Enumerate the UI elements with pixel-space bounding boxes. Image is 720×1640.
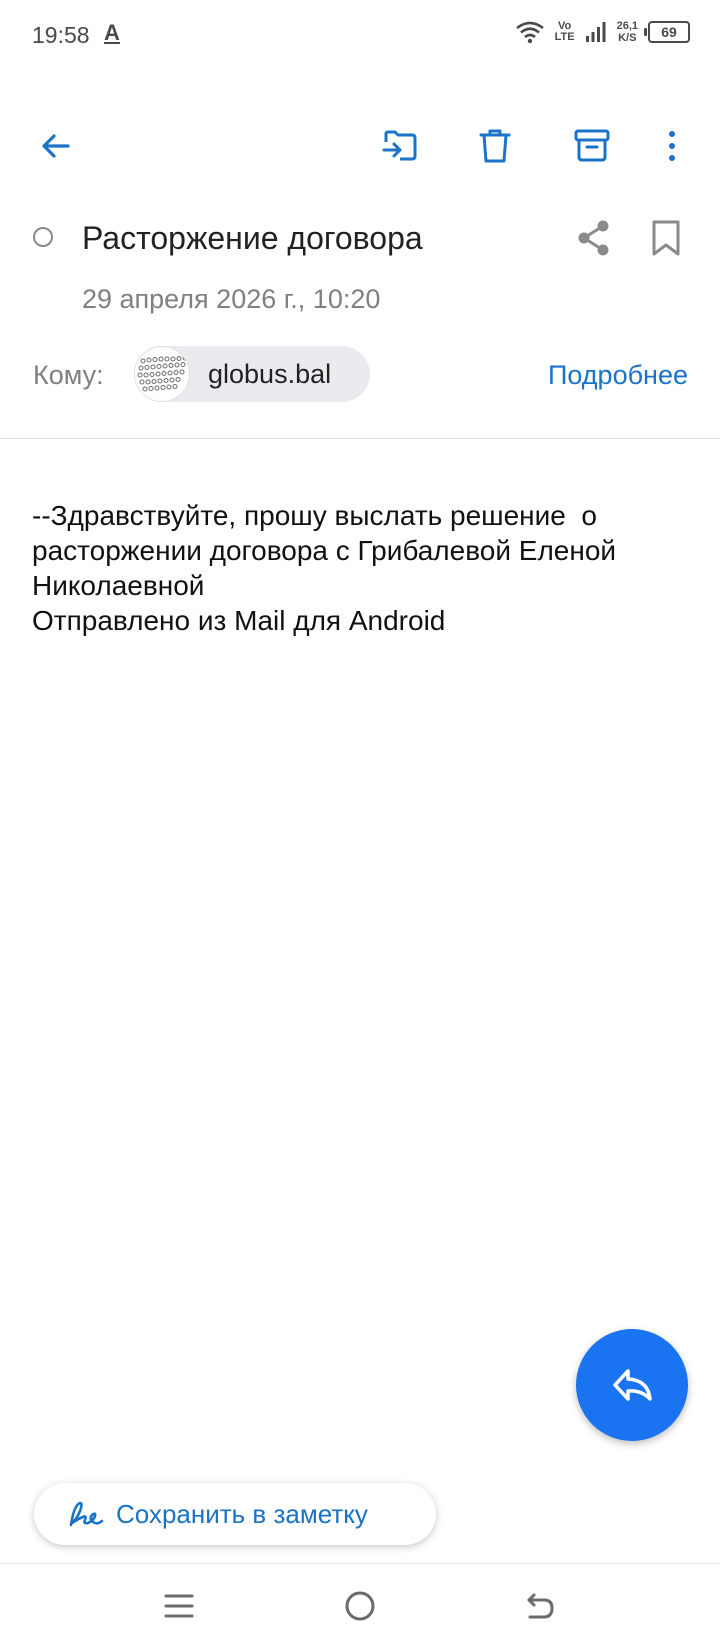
back-nav-button[interactable] (516, 1582, 564, 1630)
signal-icon (585, 22, 606, 42)
note-signature-icon (69, 1501, 104, 1527)
email-date: 29 апреля 2026 г., 10:20 (82, 284, 381, 314)
more-options-button[interactable] (646, 120, 698, 172)
archive-icon (574, 129, 610, 162)
delete-button[interactable] (469, 120, 521, 172)
unread-toggle[interactable] (33, 227, 53, 247)
status-bar: 19:58 A Vo LTE 26,1 K/S 69 (0, 0, 720, 72)
back-nav-icon (527, 1593, 554, 1619)
notification-a-icon: A (104, 20, 120, 45)
body-line: Отправлено из Mail для Android (32, 605, 446, 636)
save-to-note-button[interactable]: Сохранить в заметку (34, 1483, 436, 1545)
body-line: расторжении договора с Грибалевой Еленой (32, 535, 617, 566)
wifi-icon (515, 21, 544, 44)
status-icons: Vo LTE 26,1 K/S 69 (515, 20, 690, 44)
email-toolbar (0, 110, 720, 180)
status-time: 19:58 (32, 22, 90, 48)
bookmark-icon (652, 220, 680, 256)
share-icon (578, 220, 609, 256)
reply-icon (613, 1369, 652, 1401)
avatar (134, 346, 190, 402)
save-to-note-label: Сохранить в заметку (116, 1498, 368, 1529)
volte-indicator: Vo LTE (554, 20, 575, 43)
move-to-folder-icon (382, 130, 417, 161)
move-to-folder-button[interactable] (374, 120, 426, 172)
trash-icon (479, 129, 511, 163)
back-button[interactable] (30, 120, 82, 172)
home-button[interactable] (336, 1582, 384, 1630)
home-circle-icon (345, 1591, 375, 1621)
share-button[interactable] (572, 216, 616, 260)
body-line: --Здравствуйте, прошу выслать решение о (32, 500, 597, 531)
back-arrow-icon (42, 134, 70, 158)
bookmark-button[interactable] (644, 216, 688, 260)
reply-button[interactable] (576, 1329, 688, 1441)
body-line: Николаевной (32, 570, 205, 601)
recipient-name: globus.bal (208, 358, 332, 389)
email-subject: Расторжение договора (82, 220, 423, 256)
battery-indicator: 69 (644, 21, 690, 43)
nav-divider (0, 1563, 720, 1564)
recipient-chip[interactable]: globus.bal (134, 346, 370, 402)
header-divider (0, 438, 720, 439)
message-body: --Здравствуйте, прошу выслать решение о … (32, 498, 692, 638)
archive-button[interactable] (566, 120, 618, 172)
to-label: Кому: (33, 360, 104, 390)
menu-icon (164, 1594, 194, 1618)
recipient-logo-icon (137, 355, 188, 392)
network-speed: 26,1 K/S (616, 20, 638, 44)
more-vertical-icon (669, 131, 675, 161)
recent-apps-button[interactable] (155, 1582, 203, 1630)
details-link[interactable]: Подробнее (548, 360, 688, 391)
